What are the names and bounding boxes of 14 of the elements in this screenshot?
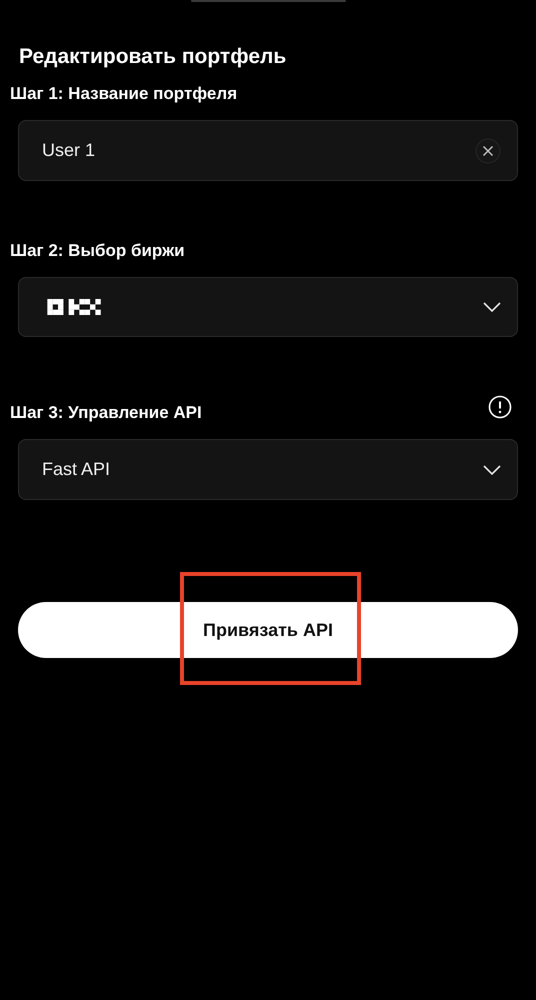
chevron-down-icon xyxy=(483,302,501,312)
chevron-down-icon xyxy=(483,464,501,474)
info-icon[interactable] xyxy=(488,395,512,419)
name-input-field[interactable]: User 1 xyxy=(18,120,518,181)
drag-handle[interactable] xyxy=(190,0,346,2)
clear-icon[interactable] xyxy=(475,138,501,164)
step-label: Шаг 2: Выбор биржи xyxy=(10,240,185,262)
exchange-logo xyxy=(47,299,101,315)
page-title: Редактировать портфель xyxy=(18,44,288,70)
api-dropdown[interactable]: Fast API xyxy=(18,439,518,500)
step-label: Шаг 3: Управление API xyxy=(10,402,202,424)
step-label: Шаг 1: Название портфеля xyxy=(10,83,238,105)
exchange-dropdown[interactable] xyxy=(18,277,518,337)
bind-api-button[interactable]: Привязать API xyxy=(18,602,518,658)
